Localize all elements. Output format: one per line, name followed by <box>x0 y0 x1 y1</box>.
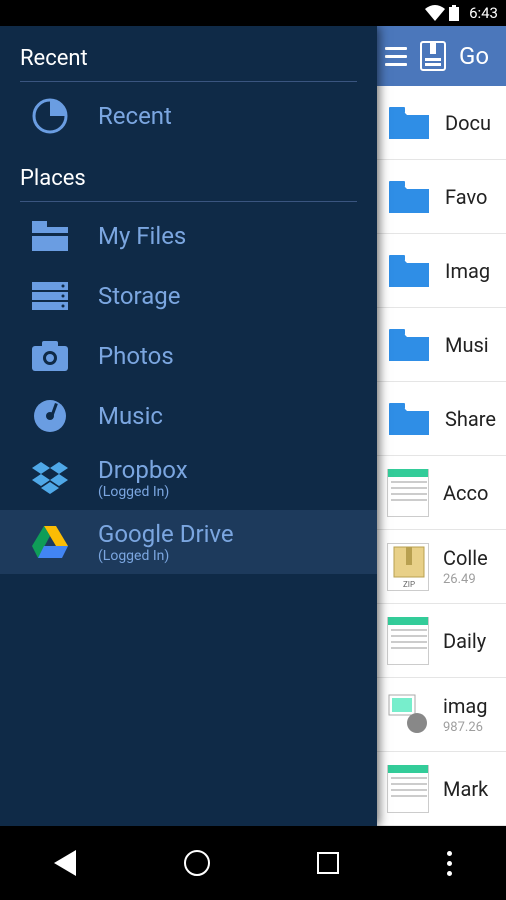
file-name: Share <box>445 407 496 431</box>
menu-toggle-icon[interactable] <box>385 47 407 66</box>
status-time: 6:43 <box>469 4 498 22</box>
file-row[interactable]: ZIP Colle 26.49 <box>377 530 506 604</box>
file-name: Mark <box>443 777 488 801</box>
file-row[interactable]: Favo <box>377 160 506 234</box>
file-name: Favo <box>445 185 487 209</box>
navigation-drawer: Recent Recent Places My Files <box>0 26 377 826</box>
file-row[interactable]: Share <box>377 382 506 456</box>
wifi-icon <box>425 5 445 21</box>
folder-icon <box>32 221 68 251</box>
file-row[interactable]: imag 987.26 <box>377 678 506 752</box>
drawer-item-label: Music <box>98 402 163 430</box>
zip-icon: ZIP <box>387 543 429 591</box>
file-row[interactable]: Mark <box>377 752 506 826</box>
overflow-menu-button[interactable] <box>447 851 452 876</box>
drawer-item-label: Recent <box>98 102 172 130</box>
divider <box>20 201 357 202</box>
drawer-item-google-drive[interactable]: Google Drive (Logged In) <box>0 510 377 574</box>
drawer-item-sublabel: (Logged In) <box>98 548 234 564</box>
file-name: imag <box>443 694 488 718</box>
file-row[interactable]: Daily <box>377 604 506 678</box>
spreadsheet-icon <box>387 469 429 517</box>
drawer-item-music[interactable]: Music <box>0 386 377 446</box>
file-size: 26.49 <box>443 572 488 587</box>
drawer-section-recent: Recent <box>0 26 377 81</box>
app-title: Go <box>459 42 489 70</box>
divider <box>20 81 357 82</box>
back-button[interactable] <box>54 850 76 876</box>
file-name: Imag <box>445 259 490 283</box>
google-drive-icon <box>32 526 68 558</box>
file-name: Colle <box>443 546 488 570</box>
clock-pie-icon <box>32 98 68 134</box>
file-size: 987.26 <box>443 720 488 735</box>
file-name: Daily <box>443 629 486 653</box>
folder-icon <box>387 327 431 363</box>
file-row[interactable]: Docu <box>377 86 506 160</box>
folder-icon <box>387 179 431 215</box>
status-bar: 6:43 <box>0 0 506 26</box>
drawer-item-label: My Files <box>98 222 186 250</box>
file-row[interactable]: Acco <box>377 456 506 530</box>
spreadsheet-icon <box>387 617 429 665</box>
app-logo-icon <box>417 40 449 72</box>
drawer-section-places: Places <box>0 146 377 201</box>
drawer-item-label: Google Drive <box>98 520 234 548</box>
main-app: Go Docu Favo Imag Musi Share <box>377 26 506 826</box>
app-header: Go <box>377 26 506 86</box>
drawer-item-sublabel: (Logged In) <box>98 484 188 500</box>
drawer-item-label: Photos <box>98 342 174 370</box>
folder-icon <box>387 253 431 289</box>
file-list: Docu Favo Imag Musi Share Acco <box>377 86 506 826</box>
drawer-item-dropbox[interactable]: Dropbox (Logged In) <box>0 446 377 510</box>
drawer-item-label: Dropbox <box>98 456 188 484</box>
camera-icon <box>32 341 68 371</box>
file-row[interactable]: Imag <box>377 234 506 308</box>
drawer-item-label: Storage <box>98 282 180 310</box>
storage-icon <box>32 282 68 310</box>
drawer-item-my-files[interactable]: My Files <box>0 206 377 266</box>
recents-button[interactable] <box>317 852 339 874</box>
drawer-item-photos[interactable]: Photos <box>0 326 377 386</box>
folder-icon <box>387 105 431 141</box>
file-name: Acco <box>443 481 488 505</box>
svg-text:ZIP: ZIP <box>403 580 415 589</box>
dropbox-icon <box>32 462 68 494</box>
drawer-item-storage[interactable]: Storage <box>0 266 377 326</box>
home-button[interactable] <box>184 850 210 876</box>
file-name: Docu <box>445 111 491 135</box>
image-file-icon <box>387 691 429 739</box>
android-nav-bar <box>0 826 506 900</box>
file-row[interactable]: Musi <box>377 308 506 382</box>
folder-icon <box>387 401 431 437</box>
music-disc-icon <box>33 399 67 433</box>
drawer-item-recent[interactable]: Recent <box>0 86 377 146</box>
spreadsheet-icon <box>387 765 429 813</box>
file-name: Musi <box>445 333 489 357</box>
battery-icon <box>449 5 459 21</box>
